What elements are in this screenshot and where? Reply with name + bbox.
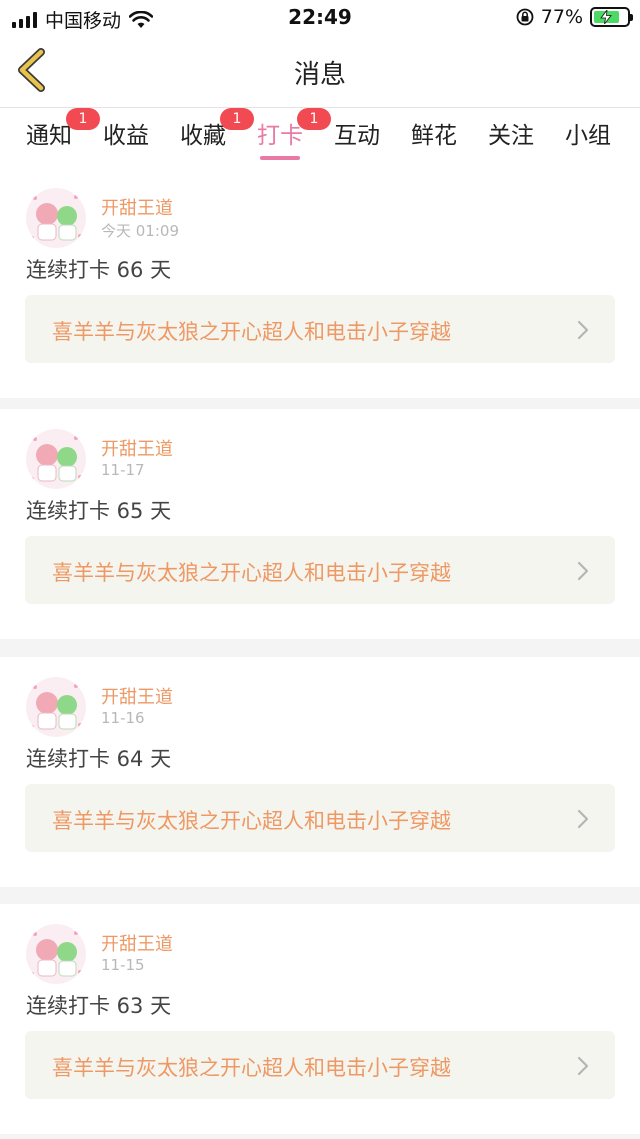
- book-title: 喜羊羊与灰太狼之开心超人和电击小子穿越: [52, 1056, 451, 1080]
- avatar-image: [26, 924, 86, 984]
- checkin-text: 连续打卡 64 天: [26, 747, 172, 771]
- rotation-lock-icon: [516, 8, 534, 26]
- tab-earnings[interactable]: 收益: [103, 116, 149, 150]
- avatar[interactable]: [26, 429, 86, 489]
- tab-label: 鲜花: [411, 123, 457, 149]
- tab-notifications[interactable]: 通知 1: [26, 108, 100, 150]
- book-link[interactable]: 喜羊羊与灰太狼之开心超人和电击小子穿越: [25, 295, 615, 363]
- battery-fill: [594, 10, 619, 24]
- nav-bar: 消息: [0, 34, 640, 108]
- page-title: 消息: [293, 60, 346, 90]
- author-name[interactable]: 开甜王道: [101, 435, 173, 461]
- author-name[interactable]: 开甜王道: [101, 930, 173, 956]
- checkin-text: 连续打卡 66 天: [26, 258, 172, 282]
- tab-flowers[interactable]: 鲜花: [411, 116, 457, 150]
- unread-badge: 1: [220, 108, 254, 130]
- book-title: 喜羊羊与灰太狼之开心超人和电击小子穿越: [52, 561, 451, 585]
- battery-icon: [590, 7, 633, 27]
- tab-label: 关注: [488, 123, 534, 149]
- avatar-image: [26, 677, 86, 737]
- chevron-right-icon: [577, 1056, 589, 1076]
- tab-bar: 通知 1 收益 收藏 1 打卡 1 互动 鲜花 关注 小组: [0, 108, 640, 168]
- avatar-image: [26, 188, 86, 248]
- unread-badge: 1: [297, 108, 331, 130]
- checkin-message: 开甜王道 今天 01:09 连续打卡 66 天 喜羊羊与灰太狼之开心超人和电击小…: [0, 168, 640, 398]
- book-link[interactable]: 喜羊羊与灰太狼之开心超人和电击小子穿越: [25, 784, 615, 852]
- tab-label: 小组: [565, 123, 611, 149]
- post-time: 11-15: [101, 956, 145, 974]
- avatar[interactable]: [26, 677, 86, 737]
- chevron-right-icon: [577, 561, 589, 581]
- checkin-message: 开甜王道 11-17 连续打卡 65 天 喜羊羊与灰太狼之开心超人和电击小子穿越: [0, 409, 640, 639]
- author-name[interactable]: 开甜王道: [101, 683, 173, 709]
- tab-checkin[interactable]: 打卡 1: [257, 108, 331, 160]
- tab-label: 收藏: [180, 123, 226, 149]
- checkin-message: 开甜王道 11-15 连续打卡 63 天 喜羊羊与灰太狼之开心超人和电击小子穿越: [0, 904, 640, 1134]
- checkin-message: 开甜王道 11-16 连续打卡 64 天 喜羊羊与灰太狼之开心超人和电击小子穿越: [0, 657, 640, 887]
- post-time: 今天 01:09: [101, 222, 179, 240]
- unread-badge: 1: [66, 108, 100, 130]
- avatar[interactable]: [26, 924, 86, 984]
- battery-percent: 77%: [540, 6, 583, 28]
- avatar[interactable]: [26, 188, 86, 248]
- tab-label: 收益: [103, 123, 149, 149]
- tab-label: 通知: [26, 123, 72, 149]
- tab-following[interactable]: 关注: [488, 116, 534, 150]
- book-link[interactable]: 喜羊羊与灰太狼之开心超人和电击小子穿越: [25, 536, 615, 604]
- avatar-image: [26, 429, 86, 489]
- author-name[interactable]: 开甜王道: [101, 194, 173, 220]
- book-link[interactable]: 喜羊羊与灰太狼之开心超人和电击小子穿越: [25, 1031, 615, 1099]
- active-tab-indicator: [260, 156, 300, 160]
- chevron-right-icon: [577, 809, 589, 829]
- post-time: 11-16: [101, 709, 145, 727]
- post-time: 11-17: [101, 461, 145, 479]
- checkin-text: 连续打卡 63 天: [26, 994, 172, 1018]
- charging-bolt-icon: [600, 10, 613, 24]
- book-title: 喜羊羊与灰太狼之开心超人和电击小子穿越: [52, 809, 451, 833]
- tab-label: 打卡: [257, 123, 303, 149]
- tab-favorites[interactable]: 收藏 1: [180, 108, 254, 150]
- status-bar: 中国移动 22:49 77%: [0, 0, 640, 34]
- tab-groups[interactable]: 小组: [565, 116, 611, 150]
- tab-interaction[interactable]: 互动: [334, 116, 380, 150]
- book-title: 喜羊羊与灰太狼之开心超人和电击小子穿越: [52, 320, 451, 344]
- tab-label: 互动: [334, 123, 380, 149]
- checkin-text: 连续打卡 65 天: [26, 499, 172, 523]
- status-right: 77%: [516, 6, 633, 28]
- chevron-right-icon: [577, 320, 589, 340]
